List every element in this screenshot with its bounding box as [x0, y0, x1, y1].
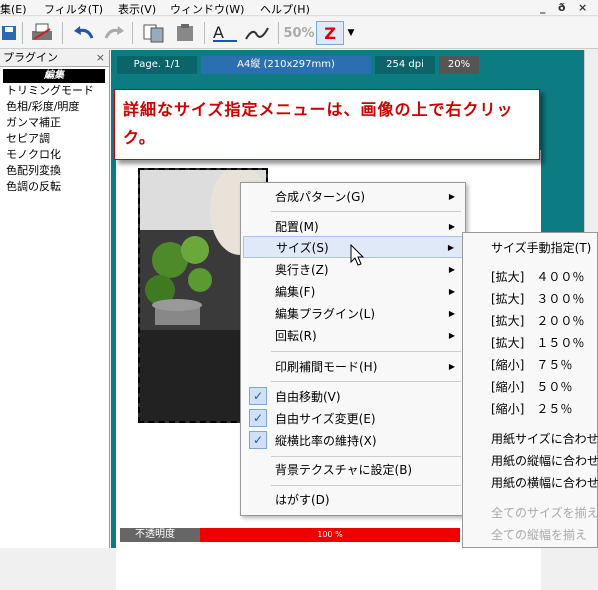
menu-item-label: 奥行き(Z) [275, 263, 329, 277]
redo-icon[interactable] [100, 21, 128, 45]
checkmark-icon: ✓ [249, 387, 267, 405]
submenu-item-align-size: 全てのサイズを揃え [491, 506, 598, 520]
page-indicator: Page. 1/1 [117, 56, 197, 74]
menu-item-set-bg-texture[interactable]: 背景テクスチャに設定(B) [243, 459, 463, 481]
submenu-arrow-icon: ▶ [447, 243, 454, 252]
menu-view[interactable]: 表示(V) [118, 1, 156, 17]
menu-item-label: 縦横比率の維持(X) [275, 434, 377, 448]
menu-item-free-move[interactable]: ✓ 自由移動(V) [243, 386, 463, 408]
opacity-fill[interactable]: 100 % [200, 528, 460, 542]
submenu-item-fit-width[interactable]: 用紙の横幅に合わせ [491, 473, 598, 493]
menu-item-label: 編集プラグイン(L) [275, 307, 376, 321]
submenu-arrow-icon: ▶ [448, 331, 455, 340]
checkmark-icon: ✓ [249, 431, 267, 449]
menu-item-label: 編集(F) [275, 285, 316, 299]
sidebar-item-invert[interactable]: 色調の反転 [0, 179, 109, 195]
menu-item-label: 背景テクスチャに設定(B) [275, 463, 413, 477]
toolbar: A 50% Z ▼ [0, 17, 598, 49]
submenu-arrow-icon: ▶ [448, 265, 455, 274]
submenu-item-fit-height[interactable]: 用紙の縦幅に合わせ [491, 451, 598, 471]
text-tool-icon[interactable]: A [210, 21, 240, 45]
zoom-50-button[interactable]: 50% [283, 21, 314, 45]
menu-item-rotate[interactable]: 回転(R) ▶ [243, 325, 463, 347]
menu-item-layout[interactable]: 配置(M) ▶ [243, 216, 463, 238]
sidebar-item-hue[interactable]: 色相/彩度/明度 [0, 99, 109, 115]
sidebar-item-gamma[interactable]: ガンマ補正 [0, 115, 109, 131]
menu-item-free-resize[interactable]: ✓ 自由サイズ変更(E) [243, 408, 463, 430]
undo-icon[interactable] [70, 21, 98, 45]
submenu-item-25[interactable]: [縮小] ２５％ [491, 399, 572, 419]
dpi-indicator: 254 dpi [375, 56, 435, 74]
dropdown-arrow-icon[interactable]: ▼ [346, 21, 356, 45]
hint-tooltip: 詳細なサイズ指定メニューは、画像の上で右クリック。 [114, 89, 540, 160]
submenu-item-fit-paper[interactable]: 用紙サイズに合わせ [491, 429, 598, 449]
save-icon[interactable] [0, 21, 18, 45]
minimize-button[interactable]: _ [540, 1, 546, 14]
print-icon[interactable] [28, 21, 56, 45]
submenu-arrow-icon: ▶ [448, 192, 455, 201]
menu-edit[interactable]: 集(E) [0, 1, 27, 17]
submenu-item-align-height: 全ての縦幅を揃え [491, 528, 588, 542]
submenu-item-200[interactable]: [拡大] ２００％ [491, 311, 584, 331]
menu-bar: 集(E) フィルタ(T) 表示(V) ウィンドウ(W) ヘルプ(H) _ ð × [0, 0, 598, 16]
sidebar-selected-item[interactable]: 編集 [3, 69, 105, 83]
menu-item-label: はがす(D) [275, 493, 330, 507]
sidebar-item-color-swap[interactable]: 色配列変換 [0, 163, 109, 179]
mouse-cursor-icon [350, 244, 365, 266]
submenu-item-150[interactable]: [拡大] １５０％ [491, 333, 584, 353]
submenu-item-manual[interactable]: サイズ手動指定(T) [491, 238, 591, 258]
sidebar-item-trimming[interactable]: トリミングモード [0, 83, 109, 99]
submenu-item-75[interactable]: [縮小] ７５％ [491, 355, 572, 375]
menu-window[interactable]: ウィンドウ(W) [170, 1, 244, 17]
menu-item-label: 合成パターン(G) [275, 190, 366, 204]
menu-item-edit[interactable]: 編集(F) ▶ [243, 281, 463, 303]
zoom-indicator: 20% [439, 56, 479, 74]
submenu-item-300[interactable]: [拡大] ３００％ [491, 289, 584, 309]
checkmark-icon: ✓ [249, 409, 267, 427]
opacity-bar[interactable]: 不透明度 100 % [120, 528, 460, 542]
menu-item-label: 配置(M) [275, 220, 319, 234]
menu-help[interactable]: ヘルプ(H) [260, 1, 310, 17]
menu-item-label: 自由サイズ変更(E) [275, 412, 376, 426]
context-menu: 合成パターン(G) ▶ 配置(M) ▶ サイズ(S) ▶ 奥行き(Z) ▶ 編集(F) ▶… [240, 182, 466, 516]
close-icon[interactable]: × [96, 50, 105, 66]
size-submenu: サイズ手動指定(T) [拡大] ４００％ [拡大] ３００％ [拡大] ２００％… [462, 232, 598, 548]
menu-item-edit-plugin[interactable]: 編集プラグイン(L) ▶ [243, 303, 463, 325]
sidebar-title: プラグイン [3, 51, 58, 64]
z-order-button[interactable]: Z [316, 21, 344, 45]
opacity-label: 不透明度 [120, 528, 200, 542]
restore-button[interactable]: ð [558, 1, 566, 14]
menu-item-peel[interactable]: はがす(D) [243, 489, 463, 511]
menu-item-label: 回転(R) [275, 329, 317, 343]
menu-item-label: 自由移動(V) [275, 390, 341, 404]
menu-filter[interactable]: フィルタ(T) [44, 1, 103, 17]
menu-item-keep-ratio[interactable]: ✓ 縦横比率の維持(X) [243, 430, 463, 452]
submenu-arrow-icon: ▶ [448, 287, 455, 296]
pen-tool-icon[interactable] [242, 21, 272, 45]
plugin-sidebar: プラグイン × 編集 トリミングモード 色相/彩度/明度 ガンマ補正 セピア調 モ… [0, 50, 110, 548]
sidebar-item-sepia[interactable]: セピア調 [0, 131, 109, 147]
submenu-item-400[interactable]: [拡大] ４００％ [491, 267, 584, 287]
paper-size: A4縦 (210x297mm) [201, 56, 371, 74]
submenu-arrow-icon: ▶ [448, 309, 455, 318]
menu-item-print-interp[interactable]: 印刷補間モード(H) ▶ [243, 356, 463, 378]
submenu-arrow-icon: ▶ [448, 222, 455, 231]
close-button[interactable]: × [578, 1, 587, 14]
copy-icon[interactable] [140, 21, 168, 45]
submenu-item-50[interactable]: [縮小] ５０％ [491, 377, 572, 397]
sidebar-item-mono[interactable]: モノクロ化 [0, 147, 109, 163]
menu-item-label: サイズ(S) [276, 241, 329, 255]
menu-item-label: 印刷補間モード(H) [275, 360, 378, 374]
sidebar-header: プラグイン × [0, 50, 109, 67]
paste-icon[interactable] [172, 21, 200, 45]
menu-item-blend[interactable]: 合成パターン(G) ▶ [243, 186, 463, 208]
submenu-arrow-icon: ▶ [448, 362, 455, 371]
svg-text:A: A [213, 23, 224, 42]
info-bar: Page. 1/1 A4縦 (210x297mm) 254 dpi 20% [111, 56, 598, 76]
